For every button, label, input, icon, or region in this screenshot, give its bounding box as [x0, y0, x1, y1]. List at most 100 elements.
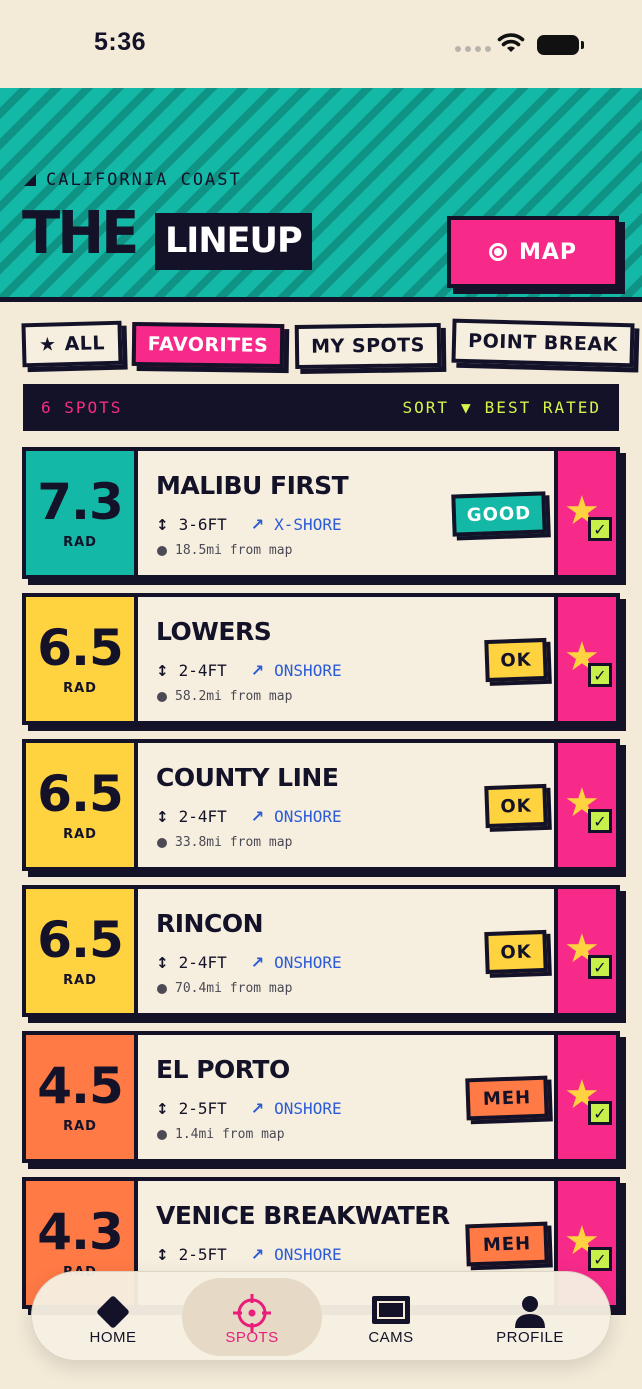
rating-badge: MEH: [465, 1075, 549, 1121]
favorite-toggle[interactable]: ★ ✓: [554, 597, 616, 721]
status-bar: 5:36: [0, 0, 642, 88]
wifi-icon: [497, 33, 525, 52]
sort-value: BEST RATED: [484, 398, 601, 417]
checkmark-icon: ✓: [588, 517, 612, 541]
wind-direction: ONSHORE: [274, 807, 342, 826]
checkmark-icon: ✓: [588, 809, 612, 833]
wave-height-icon: ↕: [156, 1099, 169, 1118]
person-icon: [515, 1296, 545, 1328]
distance-row: 1.4mi from map: [157, 1127, 285, 1142]
wind-direction: ONSHORE: [274, 1099, 342, 1118]
wave-height-icon: ↕: [156, 515, 169, 534]
score-block: 6.5 RAD: [26, 597, 138, 721]
spot-card[interactable]: 6.5 RAD COUNTY LINE ↕ 2-4FT ↗ ONSHORE 33…: [22, 739, 620, 871]
wind-arrow-icon: ↗: [250, 515, 265, 534]
rating-badge: OK: [484, 783, 548, 829]
wave-height: 2-4FT: [178, 953, 227, 972]
location-dot-icon: [157, 545, 167, 556]
header: CALIFORNIA COAST THE LINEUP MAP: [0, 88, 642, 302]
wave-height: 3-6FT: [178, 515, 227, 534]
spot-name: COUNTY LINE: [156, 763, 339, 792]
spot-name: RINCON: [156, 909, 264, 938]
favorite-toggle[interactable]: ★ ✓: [554, 889, 616, 1013]
region-label: CALIFORNIA COAST: [24, 170, 242, 190]
tab-profile[interactable]: PROFILE: [460, 1278, 600, 1356]
conditions-row: ↕ 2-4FT ↗ ONSHORE: [156, 807, 342, 826]
tab-cams[interactable]: CAMS: [321, 1278, 461, 1356]
rating-badge: OK: [484, 929, 548, 975]
conditions-row: ↕ 2-5FT ↗ ONSHORE: [156, 1245, 342, 1264]
distance-text: 1.4mi from map: [175, 1127, 285, 1142]
favorite-toggle[interactable]: ★ ✓: [554, 1035, 616, 1159]
spot-name: EL PORTO: [156, 1055, 290, 1084]
rating-badge: GOOD: [451, 491, 547, 537]
crosshair-icon: [233, 1294, 271, 1332]
spot-card[interactable]: 4.5 RAD EL PORTO ↕ 2-5FT ↗ ONSHORE 1.4mi…: [22, 1031, 620, 1163]
wind-arrow-icon: ↗: [250, 1099, 265, 1118]
filter-point-break[interactable]: POINT BREAK: [451, 318, 635, 368]
spot-card[interactable]: 7.3 RAD MALIBU FIRST ↕ 3-6FT ↗ X-SHORE 1…: [22, 447, 620, 579]
wind-arrow-icon: ↗: [250, 953, 265, 972]
score-block: 6.5 RAD: [26, 889, 138, 1013]
tab-home[interactable]: HOME: [43, 1278, 183, 1356]
region-text: CALIFORNIA COAST: [46, 170, 242, 190]
checkmark-icon: ✓: [588, 1247, 612, 1271]
location-dot-icon: [157, 983, 167, 994]
location-dot-icon: [157, 837, 167, 848]
page-title-lineup: LINEUP: [155, 213, 312, 270]
status-time: 5:36: [94, 28, 147, 56]
score-unit: RAD: [63, 680, 97, 696]
distance-row: 58.2mi from map: [157, 689, 292, 704]
score-unit: RAD: [63, 1118, 97, 1134]
score-value: 4.5: [37, 1056, 124, 1115]
distance-text: 58.2mi from map: [175, 689, 293, 704]
score-block: 7.3 RAD: [26, 451, 138, 575]
score-unit: RAD: [63, 534, 97, 550]
score-value: 6.5: [37, 910, 124, 969]
spot-card[interactable]: 6.5 RAD RINCON ↕ 2-4FT ↗ ONSHORE 70.4mi …: [22, 885, 620, 1017]
home-diamond-icon: [97, 1296, 129, 1328]
wind-direction: ONSHORE: [274, 661, 342, 680]
score-value: 7.3: [37, 472, 124, 531]
score-unit: RAD: [63, 972, 97, 988]
wind-arrow-icon: ↗: [250, 661, 265, 680]
wave-height: 2-5FT: [178, 1245, 227, 1264]
wave-height-icon: ↕: [156, 661, 169, 680]
wave-height-icon: ↕: [156, 1245, 169, 1264]
rating-badge: OK: [484, 637, 548, 683]
checkmark-icon: ✓: [588, 663, 612, 687]
wave-height-icon: ↕: [156, 807, 169, 826]
spot-name: VENICE BREAKWATER: [156, 1201, 450, 1230]
wind-arrow-icon: ↗: [250, 1245, 265, 1264]
conditions-row: ↕ 2-4FT ↗ ONSHORE: [156, 953, 342, 972]
filter-point-break-label: POINT BREAK: [467, 330, 619, 356]
map-button[interactable]: MAP: [447, 216, 619, 288]
tab-bar: HOME SPOTS CAMS PROFILE: [31, 1271, 611, 1361]
page-title-the: THE: [22, 199, 139, 268]
wave-height-icon: ↕: [156, 953, 169, 972]
target-dot-icon: [488, 243, 507, 261]
battery-icon: [537, 35, 584, 55]
sort-label: SORT: [402, 398, 450, 417]
rating-badge: MEH: [465, 1221, 549, 1267]
spot-count: 6 SPOTS: [41, 398, 123, 417]
filter-my-spots[interactable]: MY SPOTS: [294, 322, 442, 370]
tab-spots[interactable]: SPOTS: [182, 1278, 322, 1356]
filter-favorites-label: FAVORITES: [147, 333, 269, 357]
favorite-toggle[interactable]: ★ ✓: [554, 743, 616, 867]
score-value: 4.3: [37, 1202, 124, 1261]
spot-card[interactable]: 6.5 RAD LOWERS ↕ 2-4FT ↗ ONSHORE 58.2mi …: [22, 593, 620, 725]
sort-control[interactable]: SORT ▼ BEST RATED: [403, 398, 602, 417]
conditions-row: ↕ 2-4FT ↗ ONSHORE: [156, 661, 342, 680]
conditions-row: ↕ 2-5FT ↗ ONSHORE: [156, 1099, 342, 1118]
location-dot-icon: [157, 691, 167, 702]
spot-name: LOWERS: [156, 617, 272, 646]
triangle-icon: [24, 174, 36, 186]
filter-all-label: ALL: [64, 332, 106, 356]
filter-all[interactable]: ★ ALL: [21, 320, 123, 368]
checkmark-icon: ✓: [588, 1101, 612, 1125]
favorite-toggle[interactable]: ★ ✓: [554, 451, 616, 575]
score-unit: RAD: [63, 826, 97, 842]
distance-text: 18.5mi from map: [175, 543, 293, 558]
filter-favorites[interactable]: FAVORITES: [131, 321, 285, 369]
